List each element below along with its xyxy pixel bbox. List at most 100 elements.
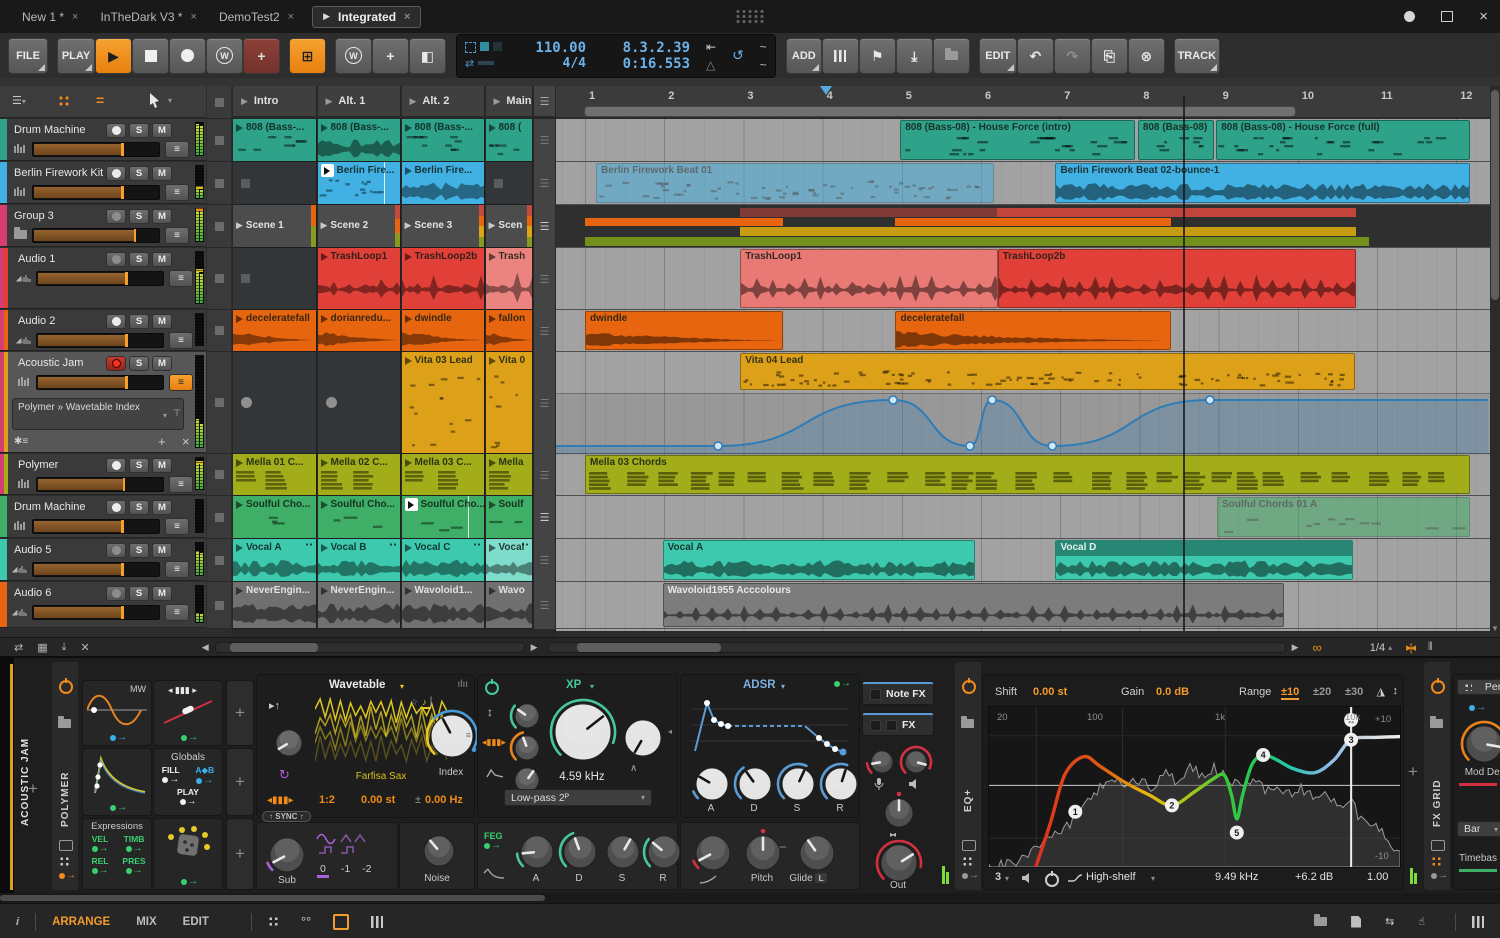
clip-slot-audio-1-3-3[interactable]: Trash [485, 248, 533, 310]
mod-grid-icon[interactable] [59, 856, 70, 867]
sync-badge[interactable]: ↑ SYNC ↑ [262, 811, 311, 822]
record-arm-button[interactable] [106, 252, 126, 267]
eq-gain-value[interactable]: 0.0 dB [1156, 686, 1189, 698]
stop-button[interactable] [132, 37, 169, 74]
scene-play-icon[interactable]: ▶ [410, 96, 417, 107]
eq-range-10[interactable]: ±10 [1281, 686, 1300, 700]
track-row-acoustic-jam-5[interactable]: Acoustic Jam S M ≡ Polymer » Wavetable Index… [0, 352, 206, 453]
polymer-preset-icon[interactable] [58, 716, 71, 728]
unison-detune-knob[interactable] [269, 723, 309, 766]
clip-stop-cell[interactable] [207, 496, 231, 539]
track-menu-button[interactable]: ≡ [165, 227, 189, 244]
follow-playhead-icon[interactable]: ∞ [1312, 640, 1321, 655]
list-view-icon[interactable]: = [96, 92, 104, 108]
eq-band-count[interactable]: 3 [995, 871, 1001, 883]
track-name[interactable]: Polymer [18, 459, 58, 471]
close-tab-icon[interactable]: × [191, 11, 197, 23]
clip-slot-audio-2-4-1[interactable]: dorianredu... [317, 310, 401, 352]
noise-tile[interactable]: Noise [399, 822, 475, 890]
volume-fader[interactable] [36, 333, 164, 348]
view-tab-arrange[interactable]: ARRANGE [52, 916, 110, 928]
volume-fader[interactable] [32, 185, 160, 200]
loop-icon[interactable]: ↺ [732, 47, 744, 64]
track-menu-button[interactable]: ≡ [169, 374, 193, 391]
eq-graph[interactable]: ↔ 1 2 5 4 3 [988, 706, 1402, 871]
track-menu-button[interactable]: ≡ [165, 518, 189, 535]
clip-slot-berlin-firework-kit-1-3[interactable] [485, 162, 533, 205]
band-q[interactable]: 1.00 [1367, 871, 1388, 883]
band-freq[interactable]: 9.49 kHz [1215, 871, 1258, 883]
mod-grid-icon[interactable] [962, 856, 973, 867]
arranger-row-acoustic-jam-5[interactable]: Vita 04 Lead [556, 352, 1490, 455]
ruler-bar-2[interactable]: 2 [668, 90, 674, 102]
mod-out-icon[interactable]: → [962, 871, 979, 881]
filter-dropdown-icon[interactable]: ▾ [590, 682, 594, 691]
mute-button[interactable]: M [152, 458, 172, 473]
clip-slot-berlin-firework-kit-1-2[interactable]: Berlin Fire... [401, 162, 485, 205]
modulator-globals[interactable]: Globals FILL → A◆B → PLAY → [153, 748, 223, 816]
keytrack-ratio-icon[interactable]: ◂▮▮▮▸ [267, 795, 294, 806]
clip-stop-cell[interactable] [207, 162, 231, 205]
record-arm-button[interactable] [106, 166, 126, 181]
record-arm-button[interactable] [106, 458, 126, 473]
modulator-envelope[interactable]: → [82, 748, 152, 816]
record-arm-button[interactable] [106, 500, 126, 515]
launcher-row-menu[interactable]: ☰ [534, 119, 555, 163]
add-button[interactable]: ADD [785, 37, 822, 74]
add-device-button[interactable]: + [1404, 762, 1422, 781]
clip-slot-group-3-2-0[interactable]: ▶ Scene 1 [233, 205, 317, 248]
close-tab-icon[interactable]: × [288, 11, 294, 23]
metronome-icon[interactable]: △ [706, 58, 716, 72]
arranger-scrollbar[interactable] [547, 642, 1286, 653]
scene-header-main[interactable]: ▶ Main [485, 86, 533, 116]
band-gain[interactable]: +6.2 dB [1295, 871, 1333, 883]
globals-play[interactable]: PLAY → [154, 787, 222, 807]
arranger-row-group-3-2[interactable] [556, 205, 1490, 248]
track-row-drum-machine-0[interactable]: Drum Machine S M ≡ [0, 119, 206, 161]
mod-out-icon[interactable]: → [1431, 871, 1448, 881]
track-name[interactable]: Drum Machine [14, 124, 86, 136]
arranger-clip-berlin-firework-beat-01[interactable]: Berlin Firework Beat 01 [596, 163, 994, 203]
fx-tab[interactable]: FX [862, 713, 934, 736]
clip-slot-audio-6-9-2[interactable]: Wavoloid1... [401, 582, 485, 629]
record-arm-button[interactable] [106, 123, 126, 138]
osc-semitones[interactable]: 0.00 st [361, 794, 395, 806]
clip-slot-drum-machine-7-0[interactable]: Soulful Cho... [233, 496, 317, 539]
mod-source-icon[interactable]: → [110, 733, 127, 743]
band-type-dropdown-icon[interactable]: ▾ [1151, 874, 1155, 883]
track-name[interactable]: Group 3 [14, 210, 54, 222]
track-row-polymer-6[interactable]: Polymer S M ≡ [0, 454, 206, 495]
feg-decay-knob[interactable] [557, 829, 603, 878]
adsr-envelope-display[interactable] [687, 695, 853, 760]
note-fx-tab[interactable]: Note FX [862, 682, 934, 705]
clip-stop-cell[interactable] [207, 539, 231, 582]
eq-band-dropdown-icon[interactable]: ▾ [1005, 874, 1009, 883]
volume-fader[interactable] [32, 562, 160, 577]
track-menu-button[interactable]: TRACK [1173, 37, 1220, 74]
clip-stop-cell[interactable] [207, 205, 231, 248]
osc-spectrum-icon[interactable]: ılıı [457, 679, 468, 690]
clip-slot-audio-2-4-0[interactable]: deceleratefall [233, 310, 317, 352]
index-mode-icons[interactable]: ☆♪▏ [410, 697, 442, 709]
scene-play-icon[interactable]: ▶ [326, 96, 333, 107]
launcher-row-menu[interactable]: ☰ [534, 310, 555, 353]
clip-stop-cell[interactable] [207, 454, 231, 496]
solo-button[interactable]: S [129, 500, 149, 515]
clip-slot-drum-machine-7-2[interactable]: Soulful Cho... [401, 496, 485, 539]
pointer-tool-icon[interactable] [148, 92, 162, 111]
clip-slot-group-3-2-1[interactable]: ▶ Scene 2 [317, 205, 401, 248]
filter-cutoff-knob[interactable] [548, 697, 618, 770]
time-signature[interactable]: 4/4 [510, 56, 586, 72]
ruler-bar-9[interactable]: 9 [1223, 90, 1229, 102]
clip-stop-cell[interactable] [207, 310, 231, 352]
solo-button[interactable]: S [129, 314, 149, 329]
arranger-clip-mella-03-chords[interactable]: Mella 03 Chords [585, 455, 1471, 494]
pointer-tool-dropdown[interactable]: ▾ [168, 96, 172, 105]
browser-button[interactable] [932, 37, 970, 74]
project-panel-icon[interactable] [1314, 914, 1328, 926]
remote-controls-icon[interactable] [59, 840, 73, 851]
fxgrid-preset-icon[interactable] [1430, 716, 1443, 728]
track-menu-button[interactable]: ≡ [165, 561, 189, 578]
polymer-device-name[interactable]: POLYMER [60, 737, 71, 827]
clip-stop-cell[interactable] [207, 352, 231, 454]
